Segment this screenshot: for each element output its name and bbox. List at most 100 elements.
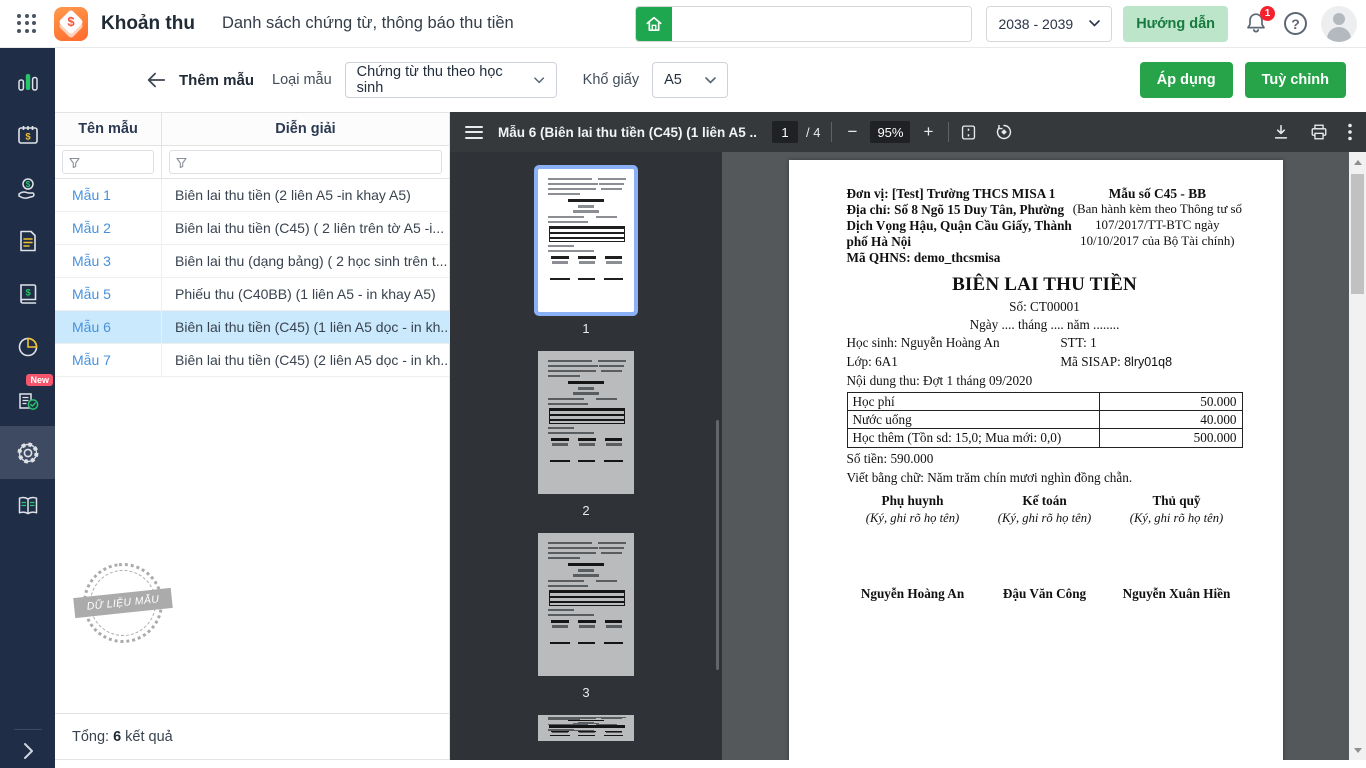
pdf-toolbar: Mẫu 6 (Biên lai thu tiền (C45) (1 liên A… [450, 112, 1366, 152]
paper-size-select[interactable]: A5 [652, 62, 729, 98]
sidebar-item-reports[interactable] [0, 320, 55, 373]
home-button[interactable] [636, 6, 673, 41]
add-template-label: Thêm mẫu [179, 71, 255, 89]
table-row[interactable]: Mẫu 1 Biên lai thu tiền (2 liên A5 -in k… [55, 179, 449, 212]
signer-name: Nguyễn Hoàng An [860, 586, 965, 602]
rotate-icon [997, 124, 1012, 140]
column-header-description[interactable]: Diễn giải [162, 113, 449, 145]
book-dollar-icon: $ [19, 283, 36, 304]
table-row[interactable]: Mẫu 5 Phiếu thu (C40BB) (1 liên A5 - in … [55, 278, 449, 311]
list-footer: Tổng: 6 kết quả [55, 713, 449, 759]
sidebar-item-invoice-new[interactable]: New [0, 373, 55, 426]
sidebar-item-handbook[interactable] [0, 479, 55, 532]
sidebar-item-documents[interactable] [0, 214, 55, 267]
customize-button[interactable]: Tuỳ chỉnh [1244, 62, 1346, 98]
chevron-down-icon [705, 76, 716, 84]
thumbnail-page-2[interactable]: 2 [538, 351, 634, 533]
school-year-select[interactable]: 2038 - 2039 [986, 5, 1113, 42]
zoom-in-button[interactable]: + [919, 122, 937, 142]
sidebar-item-collection[interactable]: $ [0, 161, 55, 214]
template-name-link[interactable]: Mẫu 6 [55, 311, 162, 343]
filter-name-input[interactable] [62, 150, 154, 174]
sisap-code: 8lry01q8 [1124, 354, 1173, 369]
template-type-label: Loại mẫu [272, 72, 332, 88]
filter-description-input[interactable] [169, 150, 442, 174]
pdf-viewer: Mẫu 6 (Biên lai thu tiền (C45) (1 liên A… [450, 112, 1366, 760]
notifications-button[interactable]: 1 [1244, 5, 1275, 37]
fit-to-page-button[interactable] [960, 124, 977, 141]
column-header-name[interactable]: Tên mẫu [55, 113, 162, 145]
fee-row: Học phí 50.000 [846, 392, 1243, 412]
download-button[interactable] [1272, 123, 1290, 141]
scroll-up-arrow[interactable] [1349, 155, 1366, 169]
fee-table: Học phí 50.000 Nước uống 40.000 Học thêm… [846, 392, 1243, 448]
more-options-button[interactable] [1348, 123, 1352, 141]
school-search-input[interactable] [672, 6, 972, 41]
pdf-page-area: Đơn vị: [Test] Trường THCS MISA 1 Địa ch… [722, 152, 1349, 760]
kebab-menu-icon [1348, 123, 1352, 141]
signer-name: Nguyễn Xuân Hiền [1122, 586, 1231, 602]
user-avatar[interactable] [1321, 5, 1357, 42]
sidebar-item-dashboard[interactable] [0, 55, 55, 108]
app-name: Khoản thu [101, 12, 195, 34]
paper-size-label: Khổ giấy [582, 72, 640, 88]
sidebar-item-fee-book[interactable]: $ [0, 267, 55, 320]
svg-text:$: $ [25, 131, 31, 142]
home-icon [646, 16, 662, 31]
help-button[interactable]: ? [1284, 12, 1307, 35]
template-name-link[interactable]: Mẫu 3 [55, 245, 162, 277]
list-filter-row [55, 146, 449, 179]
thumbnail-page-3[interactable]: 3 [538, 533, 634, 715]
download-icon [1274, 124, 1288, 139]
template-name-link[interactable]: Mẫu 2 [55, 212, 162, 244]
doc-stt: STT: 1 [1060, 335, 1097, 351]
template-list-panel: Tên mẫu Diễn giải Mẫu 1 Biên lai thu tiề… [55, 112, 450, 760]
pdf-zoom-level[interactable]: 95% [870, 121, 911, 143]
table-row-selected[interactable]: Mẫu 6 Biên lai thu tiền (C45) (1 liên A5… [55, 311, 449, 344]
svg-text:$: $ [25, 287, 31, 298]
doc-qhns: Mã QHNS: demo_thcsmisa [846, 250, 1001, 266]
scrollbar-thumb[interactable] [1351, 174, 1364, 294]
khoan-thu-app-icon: $ [54, 6, 88, 41]
scroll-down-arrow[interactable] [1349, 743, 1366, 757]
back-arrow-icon[interactable] [145, 69, 167, 91]
table-row[interactable]: Mẫu 3 Biên lai thu (dạng bảng) ( 2 học s… [55, 245, 449, 278]
receipt-number: Số: CT00001 [1009, 298, 1080, 314]
thumbnail-page-1[interactable]: 1 [534, 165, 638, 351]
printer-icon [1311, 124, 1327, 140]
template-name-link[interactable]: Mẫu 7 [55, 344, 162, 376]
bar-chart-icon [17, 73, 38, 91]
template-type-value: Chứng từ thu theo học sinh [356, 64, 503, 96]
zoom-out-button[interactable]: − [843, 122, 861, 142]
page-title: Danh sách chứng từ, thông báo thu tiền [221, 14, 514, 32]
sidebar-expand-button[interactable] [0, 729, 55, 760]
template-name-link[interactable]: Mẫu 1 [55, 179, 162, 211]
pdf-scrollbar[interactable] [1349, 152, 1366, 760]
signature-block: Phụ huynh (Ký, ghi rõ họ tên) [865, 492, 960, 525]
table-row[interactable]: Mẫu 7 Biên lai thu tiền (C45) (2 liên A5… [55, 344, 449, 377]
pdf-page-input[interactable]: 1 [772, 121, 798, 143]
template-type-select[interactable]: Chứng từ thu theo học sinh [344, 62, 557, 98]
invoice-check-icon [18, 392, 38, 410]
chevron-down-icon [534, 76, 545, 83]
table-row[interactable]: Mẫu 2 Biên lai thu tiền (C45) ( 2 liên t… [55, 212, 449, 245]
list-header: Tên mẫu Diễn giải [55, 113, 449, 146]
apply-button[interactable]: Áp dụng [1139, 62, 1233, 98]
doc-total: Số tiền: 590.000 [846, 450, 934, 466]
guide-button[interactable]: Hướng dẫn [1123, 5, 1228, 42]
doc-content-line: Nội dung thu: Đợt 1 tháng 09/2020 [846, 373, 1033, 389]
school-year-value: 2038 - 2039 [998, 15, 1074, 32]
sidebar-item-settings[interactable] [0, 426, 55, 479]
chevron-down-icon [1089, 20, 1100, 27]
fit-page-icon [962, 124, 976, 140]
doc-unit: Đơn vị: [Test] Trường THCS MISA 1 [846, 186, 1056, 201]
pdf-menu-icon[interactable] [465, 122, 483, 142]
app-launcher-icon[interactable] [17, 13, 37, 34]
gear-icon [17, 442, 38, 463]
print-button[interactable] [1310, 123, 1328, 141]
rotate-button[interactable] [995, 123, 1013, 141]
doc-address: Địa chỉ: Số 8 Ngõ 15 Duy Tân, Phường Dịc… [846, 202, 1072, 250]
template-name-link[interactable]: Mẫu 5 [55, 278, 162, 310]
sidebar-item-fee-calendar[interactable]: $ [0, 108, 55, 161]
thumbnail-page-4[interactable] [538, 715, 634, 741]
